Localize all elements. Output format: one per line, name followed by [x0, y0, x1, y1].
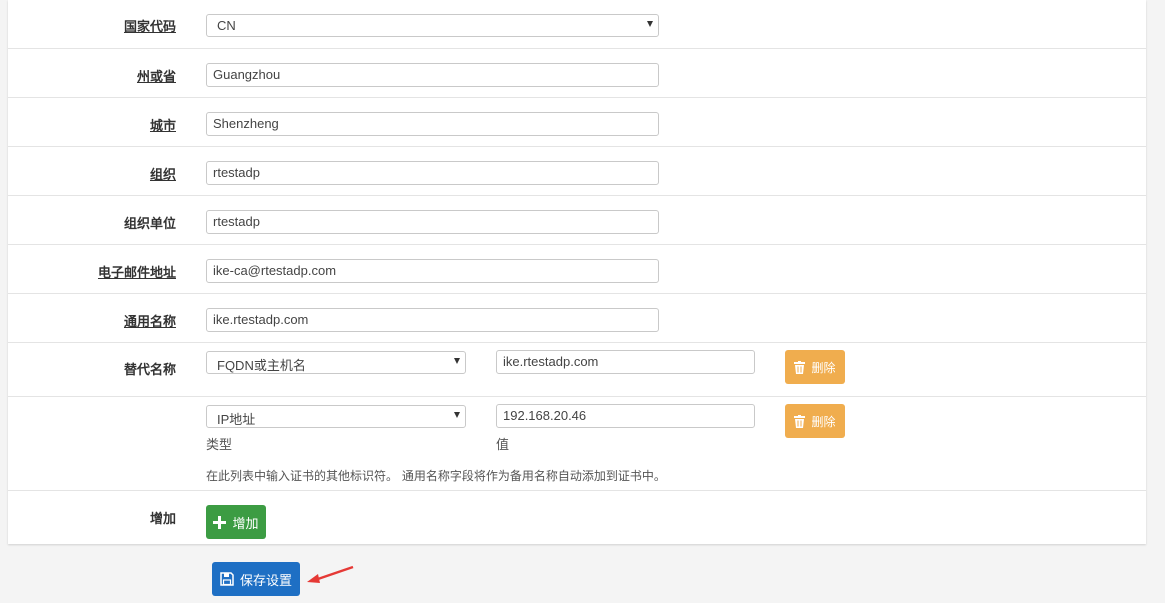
- arrow-annotation-icon: [307, 565, 354, 583]
- city-label: 城市: [149, 119, 176, 134]
- floppy-disk-icon: [220, 572, 234, 586]
- plus-icon: [213, 515, 227, 529]
- alt-names-help: 在此列表中输入证书的其他标识符。 通用名称字段将作为备用名称自动添加到证书中。: [206, 469, 666, 483]
- country-select-value: CN: [217, 18, 236, 33]
- row-state: 州或省 Guangzhou: [8, 49, 1146, 98]
- row-country: 国家代码 CN: [8, 0, 1146, 49]
- alt-type-value-1: FQDN或主机名: [217, 358, 306, 373]
- alt-value-input-1[interactable]: ike.rtestadp.com: [496, 350, 755, 374]
- delete-label-1: 删除: [811, 360, 836, 375]
- common-name-label: 通用名称: [123, 315, 176, 330]
- delete-button-1[interactable]: 删除: [785, 350, 845, 384]
- trash-icon: [794, 360, 806, 374]
- delete-button-2[interactable]: 删除: [785, 404, 845, 438]
- row-add: 增加 增加: [8, 491, 1146, 544]
- row-alt-names: 替代名称 FQDN或主机名 ike.rtestadp.com 删除: [8, 343, 1146, 397]
- country-label: 国家代码: [123, 20, 176, 35]
- alt-type-select-2[interactable]: IP地址: [206, 405, 466, 428]
- email-input[interactable]: ike-ca@rtestadp.com: [206, 259, 659, 283]
- alt-value-input-2[interactable]: 192.168.20.46: [496, 404, 755, 428]
- org-unit-label: 组织单位: [123, 217, 176, 232]
- row-email: 电子邮件地址 ike-ca@rtestadp.com: [8, 245, 1146, 294]
- alt-type-value-2: IP地址: [217, 412, 256, 427]
- row-org-unit: 组织单位 rtestadp: [8, 196, 1146, 245]
- row-city: 城市 Shenzheng: [8, 98, 1146, 147]
- state-input[interactable]: Guangzhou: [206, 63, 659, 87]
- city-input[interactable]: Shenzheng: [206, 112, 659, 136]
- chevron-down-icon: [454, 412, 460, 418]
- alt-names-label: 替代名称: [123, 363, 176, 378]
- org-label: 组织: [149, 168, 176, 183]
- trash-icon: [794, 414, 806, 428]
- email-label: 电子邮件地址: [97, 266, 176, 281]
- save-button[interactable]: 保存设置: [212, 562, 300, 596]
- row-common-name: 通用名称 ike.rtestadp.com: [8, 294, 1146, 343]
- state-label: 州或省: [136, 70, 176, 85]
- common-name-input[interactable]: ike.rtestadp.com: [206, 308, 659, 332]
- row-org: 组织 rtestadp: [8, 147, 1146, 196]
- delete-label-2: 删除: [811, 414, 836, 429]
- country-select[interactable]: CN: [206, 14, 659, 37]
- type-caption: 类型: [206, 438, 233, 453]
- add-button[interactable]: 增加: [206, 505, 266, 539]
- org-input[interactable]: rtestadp: [206, 161, 659, 185]
- add-label: 增加: [149, 512, 176, 527]
- row-alt-names-2: IP地址 类型 192.168.20.46 值 删除 在此列表中输入证书的其他标…: [8, 397, 1146, 491]
- save-button-label: 保存设置: [239, 573, 292, 589]
- alt-type-select-1[interactable]: FQDN或主机名: [206, 351, 466, 374]
- org-unit-input[interactable]: rtestadp: [206, 210, 659, 234]
- add-button-label: 增加: [232, 516, 259, 532]
- chevron-down-icon: [647, 21, 653, 27]
- chevron-down-icon: [454, 358, 460, 364]
- settings-panel: 国家代码 CN 州或省 Guangzhou 城市 Shenzheng 组织 rt…: [8, 0, 1146, 544]
- value-caption: 值: [496, 438, 510, 453]
